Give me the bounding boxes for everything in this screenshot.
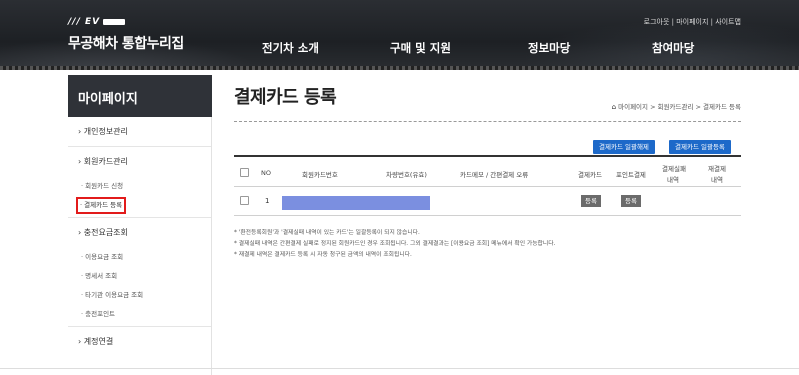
col-car-number: 차량번호(유효) xyxy=(386,171,427,179)
nav-ev-intro[interactable]: 전기차 소개 xyxy=(262,40,319,56)
col-card-memo: 카드메모 / 간편결제 오류 xyxy=(460,171,529,179)
register-point-payment-button[interactable]: 등록 xyxy=(621,195,641,207)
title-divider xyxy=(234,121,741,122)
notice-item: * '환전등록회원'과 '결제실패 내역이 있는 카드'는 일괄등록이 되지 않… xyxy=(234,230,420,236)
header-stripe xyxy=(0,66,799,70)
col-repayment: 재결제 xyxy=(708,165,726,173)
sidebar: › 개인정보관리 › 회원카드관리 · 회원카드 신청 · 결제카드 등록 › … xyxy=(68,117,212,375)
sidebar-item-personal-info[interactable]: › 개인정보관리 xyxy=(68,117,211,147)
global-nav: 전기차 소개 구매 및 지원 정보마당 참여마당 xyxy=(0,40,799,58)
nav-purchase-support[interactable]: 구매 및 지원 xyxy=(390,40,451,56)
col-payment-card: 결제카드 xyxy=(578,171,602,179)
notice-list: * '환전등록회원'과 '결제실패 내역이 있는 카드'는 일괄등록이 되지 않… xyxy=(234,228,754,261)
sidebar-item-member-card[interactable]: › 회원카드관리 xyxy=(68,147,211,177)
notice-item: * 결제실패 내역은 간편결제 실패로 정지된 회원카드인 경우 조회됩니다. … xyxy=(234,241,556,247)
sidebar-subitem-payment-card-wrap: · 결제카드 등록 xyxy=(68,196,211,218)
sidebar-item-charge-fee[interactable]: › 충전요금조회 xyxy=(68,218,211,248)
utility-links[interactable]: 로그아웃 | 마이페이지 | 사이트맵 xyxy=(644,17,741,27)
row-number: 1 xyxy=(265,197,270,205)
footer-divider xyxy=(0,368,799,369)
register-payment-card-button[interactable]: 등록 xyxy=(581,195,601,207)
table-row: 1 등록 등록 xyxy=(234,188,741,216)
site-header: /// EV 무공해차 통합누리집 로그아웃 | 마이페이지 | 사이트맵 전기… xyxy=(0,0,799,70)
bulk-cancel-button[interactable]: 결제카드 일괄해제 xyxy=(593,140,655,154)
sidebar-title: 마이페이지 xyxy=(68,75,212,117)
sidebar-subitem-fee-lookup[interactable]: · 이용요금 조회 xyxy=(68,248,211,267)
sidebar-subitem-card-apply[interactable]: · 회원카드 신청 xyxy=(68,177,211,196)
nav-info[interactable]: 정보마당 xyxy=(528,40,570,56)
bulk-register-button[interactable]: 결제카드 일괄등록 xyxy=(669,140,731,154)
home-icon[interactable]: ⌂ xyxy=(612,103,616,111)
col-repayment-2: 내역 xyxy=(711,176,723,184)
table-header: NO 회원카드번호 차량번호(유효) 카드메모 / 간편결제 오류 결제카드 포… xyxy=(234,155,741,187)
breadcrumb-path: 마이페이지 > 회원카드관리 > 결제카드 등록 xyxy=(618,103,741,111)
select-all-checkbox[interactable] xyxy=(240,168,249,177)
breadcrumb: ⌂ 마이페이지 > 회원카드관리 > 결제카드 등록 xyxy=(612,101,741,111)
sidebar-subitem-statement[interactable]: · 명세서 조회 xyxy=(68,267,211,286)
col-payment-fail: 결제실패 xyxy=(662,165,686,173)
sidebar-subitem-other-fee[interactable]: · 타기관 이용요금 조회 xyxy=(68,286,211,305)
notice-item: * 재결제 내역은 결제카드 등록 시 자동 청구된 금액의 내역이 조회됩니다… xyxy=(234,252,412,258)
sidebar-item-account-link[interactable]: › 계정연결 xyxy=(68,327,211,357)
logo-mark[interactable]: /// EV xyxy=(68,17,126,27)
page-title: 결제카드 등록 xyxy=(234,87,337,108)
row-checkbox[interactable] xyxy=(240,196,249,205)
sidebar-subitem-payment-card[interactable]: · 결제카드 등록 xyxy=(76,197,127,214)
nav-participation[interactable]: 참여마당 xyxy=(652,40,694,56)
sidebar-subitem-charge-point[interactable]: · 충전포인트 xyxy=(68,305,211,327)
col-point-payment: 포인트결제 xyxy=(616,171,646,179)
redacted-card-info xyxy=(282,196,430,210)
col-payment-fail-2: 내역 xyxy=(667,176,679,184)
col-card-number: 회원카드번호 xyxy=(302,171,338,179)
col-no: NO xyxy=(261,169,271,177)
